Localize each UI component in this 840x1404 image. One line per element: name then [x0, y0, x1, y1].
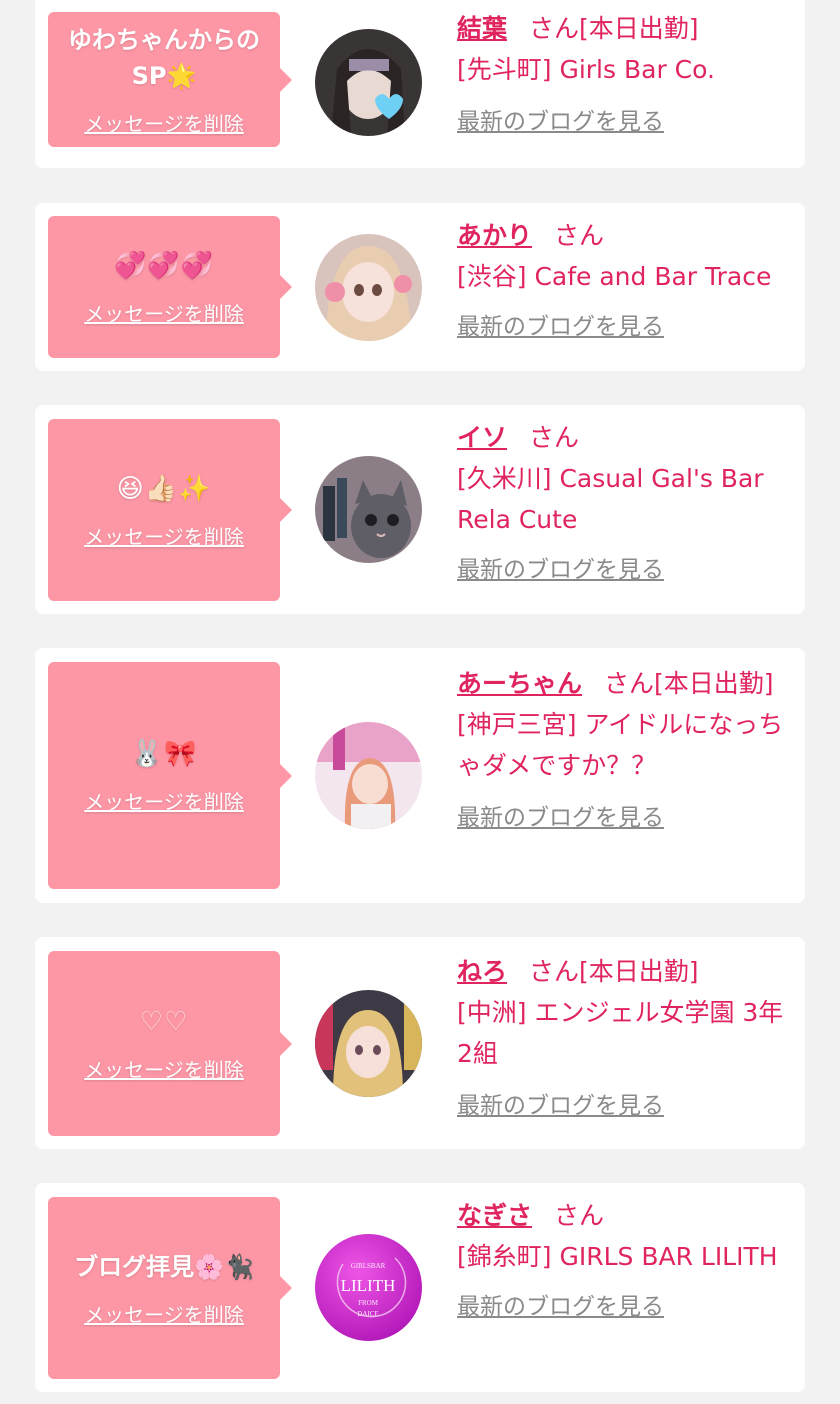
- avatar-photo: [315, 456, 422, 563]
- avatar-photo: [315, 722, 422, 829]
- svg-text:LILITH: LILITH: [341, 1276, 396, 1295]
- delete-message-link[interactable]: メッセージを削除: [84, 108, 244, 137]
- delete-message-link[interactable]: メッセージを削除: [84, 786, 244, 815]
- message-bubble: ♡♡ メッセージを削除: [48, 951, 292, 1136]
- honorific: さん: [529, 14, 580, 43]
- cast-info: ねろ さん[本日出勤] [中洲] エンジェル女学園 3年2組 最新のブログを見る: [457, 951, 792, 1127]
- latest-blog-link[interactable]: 最新のブログを見る: [457, 1287, 792, 1328]
- message-bubble: ゆわちゃんからのSP🌟 メッセージを削除: [48, 12, 292, 147]
- shop-name: [久米川] Casual Gal's Bar Rela Cute: [457, 464, 764, 534]
- honorific: さん: [604, 669, 655, 698]
- attendance-status: [本日出勤]: [654, 669, 774, 698]
- cast-name-link[interactable]: イソ: [457, 423, 507, 452]
- attendance-status: [本日出勤]: [579, 14, 699, 43]
- message-bubble: 😆👍🏻✨ メッセージを削除: [48, 419, 292, 601]
- latest-blog-link[interactable]: 最新のブログを見る: [457, 798, 792, 839]
- svg-text:DAICE: DAICE: [357, 1310, 378, 1318]
- avatar-photo: [315, 990, 422, 1097]
- delete-message-link[interactable]: メッセージを削除: [84, 298, 244, 327]
- shop-name: [先斗町] Girls Bar Co.: [457, 55, 715, 84]
- message-text: ♡♡: [139, 1007, 189, 1037]
- latest-blog-link[interactable]: 最新のブログを見る: [457, 1086, 792, 1127]
- attendance-status: [本日出勤]: [579, 957, 699, 986]
- cast-name-link[interactable]: 結葉: [457, 14, 507, 43]
- message-card: 😆👍🏻✨ メッセージを削除 イソ さん [久米川] Casual Gal's Ba…: [35, 405, 805, 614]
- svg-text:FROM: FROM: [358, 1299, 379, 1307]
- message-text: 😆👍🏻✨: [116, 473, 212, 504]
- avatar[interactable]: [315, 990, 422, 1097]
- cast-info: なぎさ さん [錦糸町] GIRLS BAR LILITH 最新のブログを見る: [457, 1195, 792, 1328]
- cast-info: 結葉 さん[本日出勤] [先斗町] Girls Bar Co. 最新のブログを見る: [457, 8, 792, 143]
- shop-name: [錦糸町] GIRLS BAR LILITH: [457, 1242, 778, 1271]
- avatar[interactable]: [315, 29, 422, 136]
- honorific: さん: [554, 221, 605, 250]
- latest-blog-link[interactable]: 最新のブログを見る: [457, 307, 792, 348]
- message-card: ブログ拝見🌸🐈‍⬛ メッセージを削除 GIRLSBAR LILITH FROM …: [35, 1183, 805, 1392]
- avatar[interactable]: [315, 456, 422, 563]
- latest-blog-link[interactable]: 最新のブログを見る: [457, 102, 792, 143]
- delete-message-link[interactable]: メッセージを削除: [84, 1299, 244, 1328]
- cast-name-link[interactable]: あかり: [457, 221, 532, 250]
- message-card: 💞💞💞 メッセージを削除 あかり さん [渋谷] Cafe and Bar Tra…: [35, 203, 805, 371]
- message-bubble: ブログ拝見🌸🐈‍⬛ メッセージを削除: [48, 1197, 292, 1379]
- shop-name: [中洲] エンジェル女学園 3年2組: [457, 998, 784, 1068]
- cast-info: イソ さん [久米川] Casual Gal's Bar Rela Cute 最新…: [457, 417, 792, 591]
- message-card: ♡♡ メッセージを削除 ねろ さん[本日出勤] [中洲] エンジェル女学園 3年2…: [35, 937, 805, 1149]
- delete-message-link[interactable]: メッセージを削除: [84, 1054, 244, 1083]
- honorific: さん: [554, 1201, 605, 1230]
- honorific: さん: [529, 423, 580, 452]
- message-text: ブログ拝見🌸🐈‍⬛: [74, 1252, 254, 1281]
- message-text: 🐰🎀: [130, 739, 198, 769]
- shop-name: [神戸三宮] アイドルになっちゃダメですか？？: [457, 710, 784, 780]
- message-text: 💞💞💞: [113, 250, 215, 281]
- message-bubble: 🐰🎀 メッセージを削除: [48, 662, 292, 889]
- delete-message-link[interactable]: メッセージを削除: [84, 521, 244, 550]
- cast-name-link[interactable]: あーちゃん: [457, 669, 582, 698]
- message-card: 🐰🎀 メッセージを削除 あーちゃん さん[本日出勤] [神戸三宮] アイドルになっ…: [35, 648, 805, 903]
- avatar[interactable]: [315, 234, 422, 341]
- shop-name: [渋谷] Cafe and Bar Trace: [457, 262, 772, 291]
- honorific: さん: [529, 957, 580, 986]
- cast-info: あかり さん [渋谷] Cafe and Bar Trace 最新のブログを見る: [457, 215, 792, 348]
- cast-name-link[interactable]: ねろ: [457, 957, 507, 986]
- avatar-photo: [315, 234, 422, 341]
- avatar-photo: [315, 29, 422, 136]
- avatar[interactable]: [315, 722, 422, 829]
- latest-blog-link[interactable]: 最新のブログを見る: [457, 550, 792, 591]
- cast-name-link[interactable]: なぎさ: [457, 1201, 532, 1230]
- message-card: ゆわちゃんからのSP🌟 メッセージを削除 結葉 さん[本日出勤] [先斗町] Gi…: [35, 0, 805, 168]
- cast-info: あーちゃん さん[本日出勤] [神戸三宮] アイドルになっちゃダメですか？？ 最新…: [457, 663, 792, 839]
- lilith-logo: GIRLSBAR LILITH FROM DAICE: [315, 1234, 422, 1341]
- avatar[interactable]: GIRLSBAR LILITH FROM DAICE: [315, 1234, 422, 1341]
- message-text: ゆわちゃんからのSP🌟: [68, 26, 260, 90]
- svg-text:GIRLSBAR: GIRLSBAR: [351, 1262, 386, 1270]
- message-bubble: 💞💞💞 メッセージを削除: [48, 216, 292, 358]
